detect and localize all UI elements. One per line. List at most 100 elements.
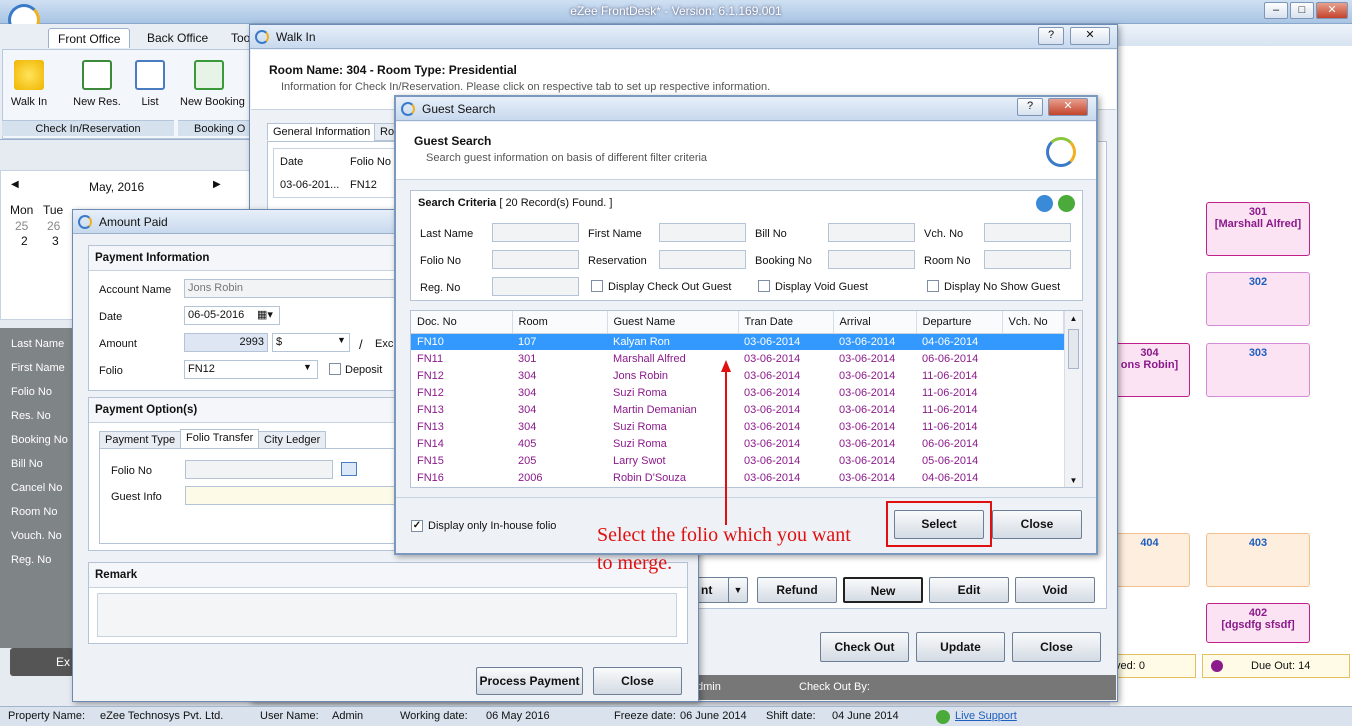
column-header[interactable]: Vch. No — [1002, 311, 1064, 334]
last-name-input[interactable] — [492, 223, 579, 242]
inhouse-checkbox[interactable]: ✓ — [411, 520, 423, 532]
folio-lookup-icon[interactable] — [341, 462, 357, 476]
exit-button[interactable]: Ex — [10, 648, 74, 676]
tab-front-office[interactable]: Front Office — [48, 28, 131, 48]
chevron-down-icon[interactable]: ▼ — [303, 362, 312, 372]
table-row[interactable]: FN12 304 Suzi Roma 03-06-2014 03-06-2014 11-0… — [411, 384, 1064, 401]
sidebar-item-res-no[interactable]: Res. No — [11, 410, 51, 422]
sidebar-item-folio-no[interactable]: Folio No — [11, 386, 52, 398]
grid-cell-folio[interactable]: FN12 — [350, 179, 377, 191]
close-amount-button[interactable]: Close — [593, 667, 682, 695]
sidebar-item-cancel-no[interactable]: Cancel No — [11, 482, 62, 494]
process-payment-button[interactable]: Process Payment — [476, 667, 583, 695]
sidebar-item-booking-no[interactable]: Booking No — [11, 434, 68, 446]
list-button[interactable]: List — [134, 60, 166, 108]
reg-no-input[interactable] — [492, 277, 579, 296]
folio-no-input[interactable] — [492, 250, 579, 269]
no-show-guest-checkbox[interactable] — [927, 280, 939, 292]
tab-general-information[interactable]: General Information — [267, 123, 377, 141]
table-cell: FN12 — [417, 369, 444, 382]
live-support-link[interactable]: Live Support — [955, 710, 1017, 722]
minimize-button[interactable]: – — [1264, 2, 1288, 19]
table-row[interactable]: FN15 205 Larry Swot 03-06-2014 03-06-2014 05-… — [411, 452, 1064, 469]
prev-month-icon[interactable]: ◀ — [11, 179, 19, 190]
tab-city-ledger[interactable]: City Ledger — [258, 431, 327, 449]
room-tile-404[interactable]: 404 — [1110, 533, 1190, 587]
sidebar-item-last-name[interactable]: Last Name — [11, 338, 64, 350]
table-row[interactable]: FN13 304 Martin Demanian 03-06-2014 03-06-20… — [411, 401, 1064, 418]
sidebar-item-vouch-no[interactable]: Vouch. No — [11, 530, 62, 542]
column-header[interactable]: Arrival — [833, 311, 917, 334]
table-row[interactable]: FN12 304 Jons Robin 03-06-2014 03-06-2014 11-… — [411, 367, 1064, 384]
reservation-input[interactable] — [659, 250, 746, 269]
void-guest-checkbox[interactable] — [758, 280, 770, 292]
calendar-day[interactable]: 2 — [21, 234, 28, 248]
date-field[interactable]: 06-05-2016 ▦▾ — [184, 306, 280, 325]
calendar-dropdown-icon[interactable]: ▦▾ — [257, 308, 273, 321]
table-row[interactable]: FN13 304 Suzi Roma 03-06-2014 03-06-2014 11-0… — [411, 418, 1064, 435]
check-out-button[interactable]: Check Out — [820, 632, 909, 662]
chevron-down-icon[interactable]: ▼ — [337, 335, 346, 345]
sidebar-item-bill-no[interactable]: Bill No — [11, 458, 43, 470]
close-search-dialog-button[interactable]: Close — [992, 510, 1082, 539]
calendar-day[interactable]: 3 — [52, 234, 59, 248]
room-tile-301[interactable]: 301 [Marshall Alfred] — [1206, 202, 1310, 256]
sidebar-item-room-no[interactable]: Room No — [11, 506, 57, 518]
table-row[interactable]: FN11 301 Marshall Alfred 03-06-2014 03-06-20… — [411, 350, 1064, 367]
new-button[interactable]: New — [843, 577, 923, 603]
close-walkin-button[interactable]: ✕ — [1070, 27, 1110, 45]
refund-button[interactable]: Refund — [757, 577, 837, 603]
check-out-guest-checkbox[interactable] — [591, 280, 603, 292]
tab-payment-type[interactable]: Payment Type — [99, 431, 182, 449]
bill-no-input[interactable] — [828, 223, 915, 242]
room-tile-402[interactable]: 402 [dgsdfg sfsdf] — [1206, 603, 1310, 643]
help-button[interactable]: ? — [1038, 27, 1064, 45]
grid-scrollbar[interactable]: ▲ ▼ — [1064, 311, 1082, 487]
next-month-icon[interactable]: ▶ — [213, 179, 221, 190]
calendar-day[interactable]: 26 — [47, 219, 60, 233]
refresh-icon[interactable] — [1058, 195, 1075, 212]
table-row[interactable]: FN16 2006 Robin D'Souza 03-06-2014 03-06-201… — [411, 469, 1064, 486]
room-tile-403[interactable]: 403 — [1206, 533, 1310, 587]
search-icon[interactable] — [1036, 195, 1053, 212]
sidebar-item-first-name[interactable]: First Name — [11, 362, 65, 374]
void-button[interactable]: Void — [1015, 577, 1095, 603]
column-header[interactable]: Departure — [916, 311, 1003, 334]
new-res-button[interactable]: New Res. — [70, 60, 124, 108]
room-tile-302[interactable]: 302 — [1206, 272, 1310, 326]
currency-select[interactable]: $ ▼ — [272, 333, 350, 352]
column-header[interactable]: Guest Name — [607, 311, 739, 334]
column-header[interactable]: Doc. No — [411, 311, 513, 334]
first-name-input[interactable] — [659, 223, 746, 242]
close-search-button[interactable]: ✕ — [1048, 98, 1088, 116]
tab-folio-transfer[interactable]: Folio Transfer — [180, 429, 260, 449]
close-app-button[interactable]: ✕ — [1316, 2, 1348, 19]
column-header[interactable]: Tran Date — [738, 311, 834, 334]
calendar-day[interactable]: 25 — [15, 219, 28, 233]
new-booking-button[interactable]: New Booking — [180, 60, 248, 108]
booking-no-input[interactable] — [828, 250, 915, 269]
grid-cell-date[interactable]: 03-06-201... — [280, 179, 339, 191]
tab-back-office[interactable]: Back Office — [138, 28, 217, 48]
amount-field[interactable]: 2993 — [184, 333, 268, 352]
edit-button[interactable]: Edit — [929, 577, 1009, 603]
room-no-input[interactable] — [984, 250, 1071, 269]
folio-no-field[interactable] — [185, 460, 333, 479]
room-tile-304[interactable]: 304 ons Robin] — [1110, 343, 1190, 397]
help-button[interactable]: ? — [1017, 98, 1043, 116]
maximize-button[interactable]: □ — [1290, 2, 1314, 19]
table-row[interactable]: FN14 405 Suzi Roma 03-06-2014 03-06-2014 06-0… — [411, 435, 1064, 452]
folio-select[interactable]: FN12 ▼ — [184, 360, 318, 379]
select-button[interactable]: Select — [894, 510, 984, 539]
update-button[interactable]: Update — [916, 632, 1005, 662]
remark-textarea[interactable] — [97, 593, 677, 637]
room-tile-303[interactable]: 303 — [1206, 343, 1310, 397]
chevron-down-icon[interactable]: ▼ — [728, 577, 748, 603]
deposit-checkbox[interactable] — [329, 363, 341, 375]
vch-no-input[interactable] — [984, 223, 1071, 242]
column-header[interactable]: Room — [512, 311, 608, 334]
close-button[interactable]: Close — [1012, 632, 1101, 662]
table-row[interactable]: FN10 107 Kalyan Ron 03-06-2014 03-06-2014 04-… — [411, 333, 1064, 350]
sidebar-item-reg-no[interactable]: Reg. No — [11, 554, 51, 566]
walk-in-button[interactable]: Walk In — [6, 60, 52, 108]
